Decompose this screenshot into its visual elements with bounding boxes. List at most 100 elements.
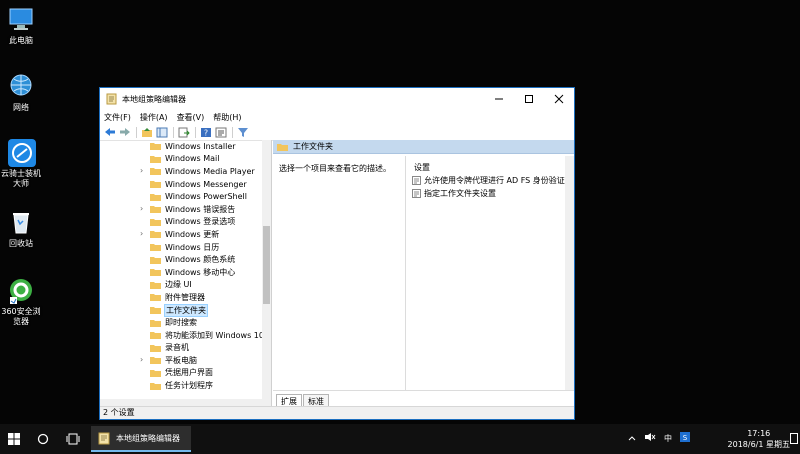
ime-icon[interactable]: S [680, 432, 690, 444]
tree-item[interactable]: 录音机 [100, 342, 271, 355]
tree-item[interactable]: › Windows 更新 [100, 228, 271, 241]
desktop-icon-this-pc[interactable]: 此电脑 [0, 5, 42, 46]
title-bar[interactable]: 本地组策略编辑器 [100, 88, 574, 110]
folder-icon [150, 356, 161, 365]
360-browser-icon [7, 276, 35, 304]
minimize-button[interactable] [484, 88, 514, 110]
desktop-icon-network[interactable]: 网络 [0, 72, 42, 113]
computer-icon [7, 5, 35, 33]
forward-arrow-icon[interactable] [118, 126, 131, 139]
menu-view[interactable]: 查看(V) [177, 112, 205, 123]
system-tray: 中 S [628, 432, 690, 444]
desktop-icon-label: 云骑士装机大师 [1, 169, 41, 188]
taskbar: 本地组策略编辑器 中 S 17:16 2018/6/1 星期五 [0, 424, 800, 454]
folder-icon [150, 319, 161, 327]
close-button[interactable] [544, 88, 574, 110]
tree-item-label: Windows 登录选项 [165, 217, 236, 227]
chevron-right-icon[interactable]: › [140, 166, 143, 175]
chevron-right-icon[interactable]: › [140, 355, 143, 364]
task-view-icon[interactable] [66, 433, 80, 448]
tree-item[interactable]: Windows 颜色系统 [100, 253, 271, 266]
gpedit-app-icon [106, 93, 118, 105]
desktop-icon-recycle-bin[interactable]: 回收站 [0, 208, 42, 249]
up-folder-icon[interactable] [140, 126, 153, 139]
folder-icon [150, 331, 161, 340]
tree-item-label: Windows 日历 [165, 242, 220, 252]
navigation-tree: Windows Installer Windows Mail › Windows Me… [100, 140, 272, 408]
tree-item-label: Windows 移动中心 [165, 267, 236, 277]
chevron-right-icon[interactable]: › [140, 204, 143, 213]
folder-icon [150, 369, 161, 377]
folder-icon [150, 193, 161, 201]
taskbar-clock[interactable]: 17:16 2018/6/1 星期五 [728, 428, 790, 450]
show-hidden-icons-icon[interactable] [628, 434, 636, 443]
setting-row[interactable]: 指定工作文件夹设置 [406, 187, 574, 200]
menu-file[interactable]: 文件(F) [104, 112, 131, 123]
gpedit-app-icon [98, 432, 111, 445]
tree-item[interactable]: 凭据用户界面 [100, 367, 271, 380]
volume-muted-icon[interactable] [644, 432, 656, 444]
chevron-right-icon[interactable]: › [140, 229, 143, 238]
menu-help[interactable]: 帮助(H) [213, 112, 241, 123]
tree-item-label: Windows Media Player [165, 166, 255, 176]
tree-item[interactable]: 边缘 UI [100, 279, 271, 292]
status-bar: 2 个设置 [100, 406, 574, 419]
tree-item[interactable]: Windows Messenger [100, 178, 271, 191]
taskbar-app-gpedit[interactable]: 本地组策略编辑器 [91, 426, 191, 452]
folder-icon [150, 243, 161, 252]
desktop-icon-360-browser[interactable]: 360安全浏览器 [0, 276, 42, 327]
tree-item[interactable]: 即时搜索 [100, 316, 271, 329]
tree-item[interactable]: Windows Installer [100, 140, 271, 153]
tree-item[interactable]: Windows 登录选项 [100, 216, 271, 229]
tree-item[interactable]: 附件管理器 [100, 291, 271, 304]
tree-item[interactable]: › Windows Media Player [100, 165, 271, 178]
tree-item[interactable]: 工作文件夹 [100, 303, 271, 317]
back-arrow-icon[interactable] [103, 126, 116, 139]
tree-item-label: Windows Mail [165, 154, 220, 164]
tree-vertical-scrollbar[interactable] [262, 140, 271, 408]
tree-item[interactable]: Windows PowerShell [100, 190, 271, 203]
detail-vertical-scrollbar[interactable] [565, 156, 574, 390]
folder-icon [150, 142, 161, 151]
tree-item[interactable]: 将功能添加到 Windows 10 [100, 329, 271, 342]
folder-icon [150, 281, 161, 289]
notification-center-icon[interactable] [790, 433, 798, 447]
folder-icon [150, 256, 161, 264]
detail-header: 工作文件夹 [273, 140, 574, 154]
detail-pane: 工作文件夹 选择一个项目来查看它的描述。 设置 允许使用令牌代理进行 AD FS… [273, 140, 574, 408]
folder-icon [150, 268, 161, 277]
tree-item[interactable]: Windows 日历 [100, 241, 271, 254]
tree-item[interactable]: › Windows 错误报告 [100, 203, 271, 216]
setting-row[interactable]: 允许使用令牌代理进行 AD FS 身份验证 [406, 174, 574, 187]
settings-column-header[interactable]: 设置 [406, 156, 574, 174]
toolbar-separator [173, 126, 174, 138]
menu-action[interactable]: 操作(A) [140, 112, 168, 123]
maximize-button[interactable] [514, 88, 544, 110]
menu-bar: 文件(F) 操作(A) 查看(V) 帮助(H) [100, 110, 574, 124]
filter-icon[interactable] [236, 126, 249, 139]
tree-item-label: 工作文件夹 [164, 303, 208, 317]
cortana-search-icon[interactable] [37, 433, 49, 448]
tree-item[interactable]: Windows Mail [100, 153, 271, 166]
tree-item[interactable]: 任务计划程序 [100, 379, 271, 392]
desktop-icon-yunqishi[interactable]: 云骑士装机大师 [0, 138, 42, 189]
folder-icon [277, 143, 288, 151]
tree-item-label: Windows 错误报告 [165, 204, 236, 214]
scrollbar-thumb[interactable] [263, 226, 270, 304]
tree-item-label: Windows 颜色系统 [165, 255, 236, 265]
input-language[interactable]: 中 [664, 433, 672, 444]
export-list-icon[interactable] [177, 126, 190, 139]
tree-item-label: 平板电脑 [165, 355, 197, 365]
tree-list: Windows Installer Windows Mail › Windows Me… [100, 140, 271, 392]
folder-icon [150, 344, 161, 352]
properties-icon[interactable] [214, 126, 227, 139]
help-icon[interactable]: ? [199, 126, 212, 139]
windows-start-icon[interactable] [8, 433, 20, 448]
tree-item-label: 即时搜索 [165, 318, 197, 328]
folder-icon [150, 205, 161, 214]
setting-label: 允许使用令牌代理进行 AD FS 身份验证 [424, 176, 565, 185]
tree-item[interactable]: › 平板电脑 [100, 354, 271, 367]
yunqishi-icon [7, 138, 36, 167]
show-hide-tree-icon[interactable] [155, 126, 168, 139]
tree-item[interactable]: Windows 移动中心 [100, 266, 271, 279]
